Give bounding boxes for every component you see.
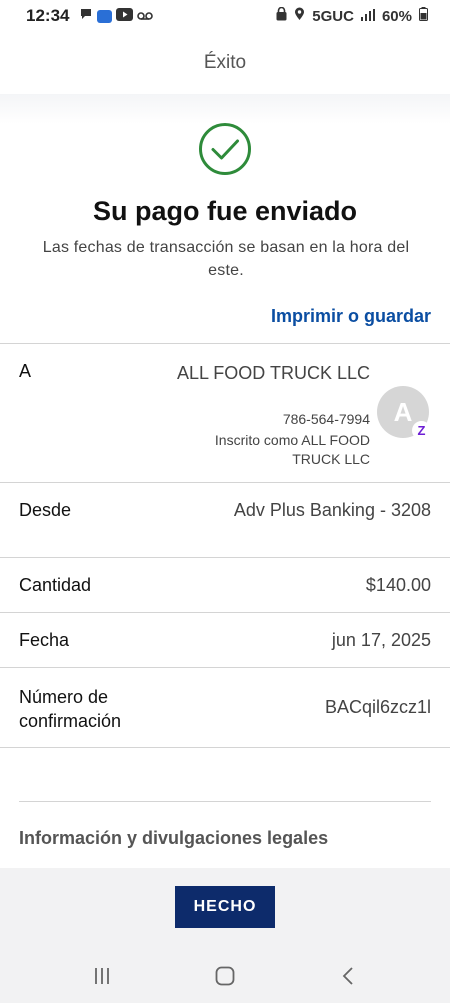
recipient-phone: 786-564-7994	[282, 411, 370, 427]
location-icon	[294, 7, 305, 25]
network-type: 5GUC	[312, 7, 354, 25]
recipient-name: ALL FOOD TRUCK LLC	[176, 363, 370, 383]
battery-icon	[419, 7, 428, 25]
status-time: 12:34	[26, 6, 70, 25]
page-title: Éxito	[203, 52, 247, 73]
confirmation-subtitle: Las fechas de transacción se basan en la…	[42, 239, 410, 279]
recipient-label: A	[19, 361, 32, 381]
date-label: Fecha	[19, 630, 70, 650]
divider	[0, 343, 450, 344]
print-or-save-link[interactable]: Imprimir o guardar	[271, 306, 431, 327]
amount-label: Cantidad	[19, 575, 92, 595]
divider	[19, 801, 431, 802]
notification-icons	[79, 6, 154, 26]
divider	[0, 612, 450, 613]
divider	[0, 747, 450, 748]
header: Éxito	[0, 32, 450, 94]
divider	[0, 482, 450, 483]
recipient-enrolled: Inscrito como ALL FOOD TRUCK LLC	[214, 432, 370, 467]
amount-value: $140.00	[365, 575, 431, 595]
confirmation-number-label-line2: confirmación	[19, 711, 122, 731]
recent-apps-icon[interactable]	[82, 956, 122, 996]
confirmation-hero: Su pago fue enviado Las fechas de transa…	[0, 94, 450, 344]
system-nav-bar	[0, 948, 450, 1003]
youtube-icon	[116, 6, 134, 26]
confirmation-title: Su pago fue enviado	[92, 196, 358, 226]
confirmation-number-value: BACqil6zcz1l	[324, 697, 431, 717]
chat-icon	[79, 6, 93, 26]
voicemail-icon	[137, 6, 154, 26]
app-notification-icon	[97, 9, 113, 23]
zelle-icon: Z	[412, 421, 431, 440]
from-label: Desde	[19, 500, 72, 520]
battery-percent: 60%	[381, 7, 412, 25]
status-left: 12:34	[26, 6, 154, 26]
legal-disclosures-link[interactable]: Información y divulgaciones legales	[19, 828, 328, 849]
avatar-letter: A	[393, 396, 413, 427]
signal-icon	[360, 8, 375, 25]
done-button[interactable]: HECHO	[175, 886, 275, 928]
status-right: 5GUC 60%	[276, 6, 428, 25]
date-value: jun 17, 2025	[331, 630, 431, 650]
home-icon[interactable]	[205, 956, 245, 996]
zelle-badge-letter: Z	[417, 423, 426, 438]
lock-icon	[276, 6, 287, 25]
divider	[0, 667, 450, 668]
confirmation-number-label-line1: Número de	[19, 687, 109, 707]
success-check-icon	[199, 123, 251, 175]
from-value: Adv Plus Banking - 3208	[233, 500, 431, 520]
status-bar: 12:34 5GUC 60%	[0, 0, 450, 32]
confirmation-number-label: Número de confirmación	[19, 685, 121, 733]
divider	[0, 557, 450, 558]
back-icon[interactable]	[328, 956, 368, 996]
